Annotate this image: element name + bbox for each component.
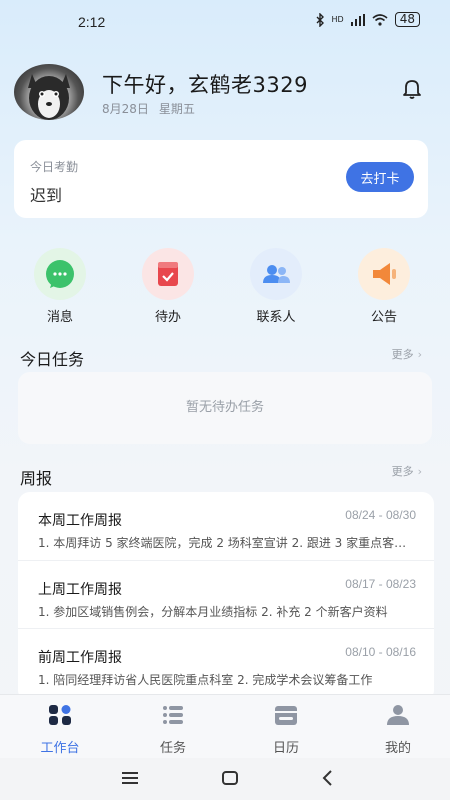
quick-action-label: 联系人 bbox=[256, 310, 296, 325]
weekday-text: 星期五 bbox=[158, 102, 195, 116]
more-label: 更多 bbox=[391, 465, 414, 478]
greeting-text: 下午好，玄鹤老3329 bbox=[102, 73, 308, 97]
tab-label: 我的 bbox=[384, 741, 411, 756]
report-summary: 1. 陪同经理拜访省人民医院重点科室 2. 完成学术会议筹备工作 bbox=[38, 673, 373, 687]
quick-action-label: 待办 bbox=[154, 310, 181, 325]
date-line: 8月28日 星期五 bbox=[102, 100, 195, 117]
today-tasks-more-link[interactable]: 更多 › bbox=[392, 346, 422, 362]
bluetooth-icon bbox=[316, 12, 324, 27]
chevron-right-icon: › bbox=[417, 348, 422, 361]
attendance-status: 迟到 bbox=[30, 186, 63, 205]
contacts-icon bbox=[250, 248, 302, 300]
report-item[interactable]: 前周工作周报 08/10 - 08/16 1. 陪同经理拜访省人民医院重点科室 … bbox=[18, 628, 434, 696]
profile-icon bbox=[387, 705, 409, 725]
status-icons: HD 48 bbox=[315, 12, 420, 27]
report-title: 前周工作周报 bbox=[38, 650, 122, 666]
message-icon bbox=[34, 248, 86, 300]
report-date-range: 08/10 - 08/16 bbox=[345, 645, 416, 659]
dog-avatar-image bbox=[28, 74, 70, 120]
tab-label: 日历 bbox=[272, 741, 299, 756]
tab-workbench[interactable]: 工作台 bbox=[20, 703, 100, 756]
attendance-title: 今日考勤 bbox=[30, 160, 79, 174]
quick-action-announcement[interactable]: 公告 bbox=[344, 248, 424, 325]
status-bar: 2:12 HD 48 bbox=[0, 0, 450, 40]
workbench-icon bbox=[49, 705, 71, 725]
task-list-icon bbox=[163, 706, 183, 724]
quick-actions: 消息 待办 联系人 公告 bbox=[0, 248, 450, 328]
attendance-card: 今日考勤 迟到 去打卡 bbox=[14, 140, 428, 218]
bottom-tab-bar: 工作台 任务 日历 我的 bbox=[0, 694, 450, 758]
report-summary: 1. 本周拜访 5 家终端医院，完成 2 场科室宣讲 2. 跟进 3 家重点客户… bbox=[38, 536, 416, 550]
tab-profile[interactable]: 我的 bbox=[358, 703, 438, 756]
calendar-icon bbox=[275, 706, 297, 725]
date-text: 8月28日 bbox=[102, 102, 149, 116]
quick-action-contacts[interactable]: 联系人 bbox=[236, 248, 316, 325]
report-title: 上周工作周报 bbox=[38, 582, 122, 598]
status-time: 2:12 bbox=[78, 14, 106, 30]
tab-label: 任务 bbox=[159, 741, 186, 756]
report-date-range: 08/17 - 08/23 bbox=[345, 577, 416, 591]
battery-indicator: 48 bbox=[394, 12, 420, 27]
tab-tasks[interactable]: 任务 bbox=[133, 703, 213, 756]
announcement-icon bbox=[358, 248, 410, 300]
chevron-right-icon: › bbox=[417, 465, 422, 478]
punch-in-button[interactable]: 去打卡 bbox=[346, 162, 414, 192]
tab-label: 工作台 bbox=[40, 741, 80, 756]
report-item[interactable]: 本周工作周报 08/24 - 08/30 1. 本周拜访 5 家终端医院，完成 … bbox=[18, 492, 434, 560]
user-header: 下午好，玄鹤老3329 8月28日 星期五 bbox=[14, 64, 436, 124]
report-title: 本周工作周报 bbox=[38, 513, 122, 529]
weekly-reports-title: 周报 bbox=[20, 469, 53, 488]
quick-action-messages[interactable]: 消息 bbox=[20, 248, 100, 325]
quick-action-todo[interactable]: 待办 bbox=[128, 248, 208, 325]
more-label: 更多 bbox=[391, 348, 414, 361]
report-item[interactable]: 上周工作周报 08/17 - 08/23 1. 参加区域销售例会，分解本月业绩指… bbox=[18, 560, 434, 628]
bell-icon[interactable] bbox=[400, 76, 424, 100]
home-icon[interactable] bbox=[218, 766, 242, 790]
report-summary: 1. 参加区域销售例会，分解本月业绩指标 2. 补充 2 个新客户资料 bbox=[38, 605, 388, 619]
weekly-reports-list: 本周工作周报 08/24 - 08/30 1. 本周拜访 5 家终端医院，完成 … bbox=[18, 492, 434, 702]
tab-calendar[interactable]: 日历 bbox=[246, 703, 326, 756]
menu-icon[interactable] bbox=[118, 766, 142, 790]
network-type-label: HD bbox=[331, 15, 344, 24]
today-tasks-empty-card: 暂无待办任务 bbox=[18, 372, 432, 444]
avatar[interactable] bbox=[14, 64, 84, 120]
wifi-icon bbox=[372, 13, 388, 26]
report-date-range: 08/24 - 08/30 bbox=[345, 508, 416, 522]
empty-tasks-text: 暂无待办任务 bbox=[185, 400, 264, 415]
todo-icon bbox=[142, 248, 194, 300]
weekly-reports-more-link[interactable]: 更多 › bbox=[392, 463, 422, 479]
signal-icon bbox=[350, 13, 365, 26]
back-icon[interactable] bbox=[316, 766, 340, 790]
quick-action-label: 公告 bbox=[370, 310, 397, 325]
today-tasks-title: 今日任务 bbox=[20, 350, 85, 369]
quick-action-label: 消息 bbox=[46, 310, 73, 325]
system-navigation-bar bbox=[0, 758, 450, 800]
